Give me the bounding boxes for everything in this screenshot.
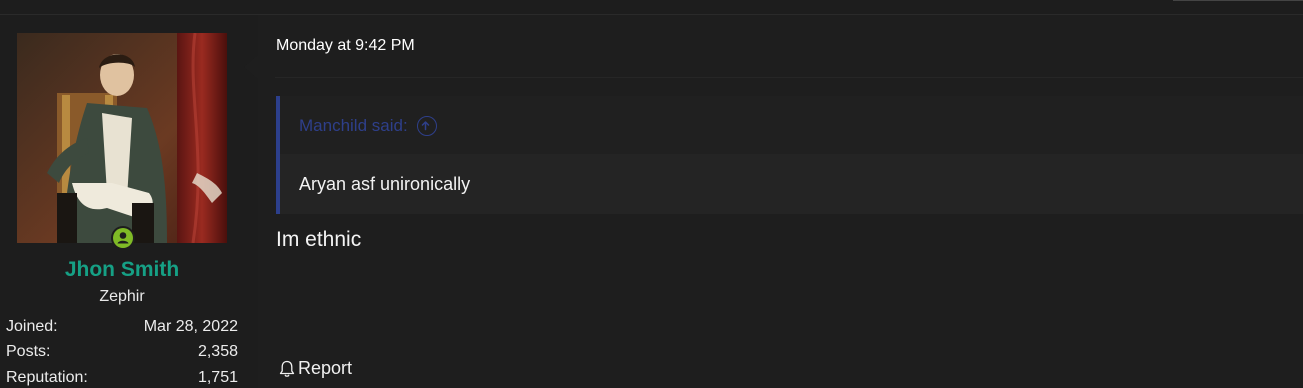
user-online-icon — [113, 228, 133, 248]
report-label: Report — [298, 358, 353, 378]
avatar-painting-image — [17, 33, 227, 243]
stat-value: Mar 28, 2022 — [143, 318, 238, 335]
online-status-badge — [111, 226, 135, 250]
stat-value: 2,358 — [197, 343, 238, 360]
forum-post-page: Jhon Smith Zephir Joined: Mar 28, 2022 P… — [0, 0, 1303, 388]
stat-label: Reputation: — [6, 369, 88, 386]
avatar[interactable] — [17, 33, 227, 243]
stat-value: 1,751 — [197, 369, 238, 386]
top-divider — [0, 0, 1303, 15]
stat-label: Joined: — [6, 318, 58, 335]
stat-label: Posts: — [6, 343, 51, 360]
username-link[interactable]: Jhon Smith — [0, 258, 244, 282]
user-column: Jhon Smith Zephir Joined: Mar 28, 2022 P… — [0, 15, 258, 388]
message-pointer-arrow — [244, 55, 258, 79]
stat-reputation: Reputation: 1,751 — [6, 369, 238, 388]
go-to-quoted-arrow-up-icon[interactable] — [416, 116, 437, 136]
post-date-link[interactable]: Monday at 9:42 PM — [276, 37, 415, 55]
quote-author-link[interactable]: Manchild said: — [299, 116, 437, 136]
top-accent-line — [1173, 0, 1303, 1]
header-divider — [275, 77, 1303, 78]
stat-joined: Joined: Mar 28, 2022 — [6, 318, 238, 340]
stat-posts: Posts: 2,358 — [6, 343, 238, 365]
report-button[interactable]: Report — [278, 358, 352, 379]
message-column: Monday at 9:42 PM Manchild said: Aryan a… — [258, 15, 1303, 388]
post-body: Im ethnic — [276, 228, 362, 251]
bell-icon — [279, 360, 295, 377]
user-title: Zephir — [99, 288, 145, 305]
quote-block: Manchild said: Aryan asf unironically — [276, 96, 1303, 214]
quote-author-label: Manchild said: — [299, 116, 408, 135]
quote-text: Aryan asf unironically — [299, 174, 471, 194]
